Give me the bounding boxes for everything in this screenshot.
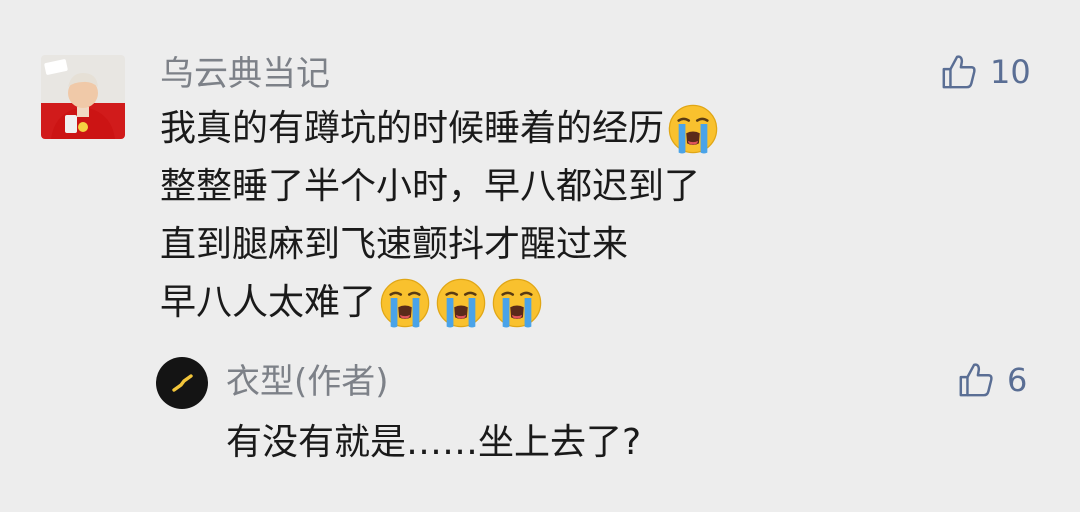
thumbs-up-icon	[957, 360, 995, 400]
author-avatar[interactable]	[156, 357, 208, 409]
reply-like-button[interactable]: 6	[957, 360, 1027, 400]
loudly-crying-face-icon	[378, 276, 432, 330]
like-count: 10	[990, 53, 1031, 91]
reply-like-count: 6	[1007, 361, 1028, 399]
user-avatar-photo-icon	[41, 55, 125, 139]
comment-line: 直到腿麻到飞速颤抖才醒过来	[160, 224, 629, 265]
comment-line: 整整睡了半个小时，早八都迟到了	[160, 166, 701, 207]
comment-section: 乌云典当记 10 我真的有蹲坑的时候睡着的经历 整整睡了半个小时，早八都迟到了 …	[0, 0, 1080, 512]
comment-line: 早八人太难了	[160, 274, 720, 332]
loudly-crying-face-icon	[434, 276, 488, 330]
author-logo-icon	[172, 374, 193, 392]
comment-text: 我真的有蹲坑的时候睡着的经历 整整睡了半个小时，早八都迟到了 直到腿麻到飞速颤抖…	[160, 100, 720, 332]
thumbs-up-icon	[940, 52, 978, 92]
loudly-crying-face-icon	[490, 276, 544, 330]
user-avatar[interactable]	[41, 55, 125, 139]
like-button[interactable]: 10	[940, 52, 1031, 92]
loudly-crying-face-icon	[666, 102, 720, 156]
reply-username[interactable]: 衣型(作者)	[226, 360, 389, 404]
comment-username[interactable]: 乌云典当记	[160, 53, 330, 95]
reply-text: 有没有就是……坐上去了?	[226, 422, 642, 463]
comment-line: 我真的有蹲坑的时候睡着的经历	[160, 100, 720, 158]
